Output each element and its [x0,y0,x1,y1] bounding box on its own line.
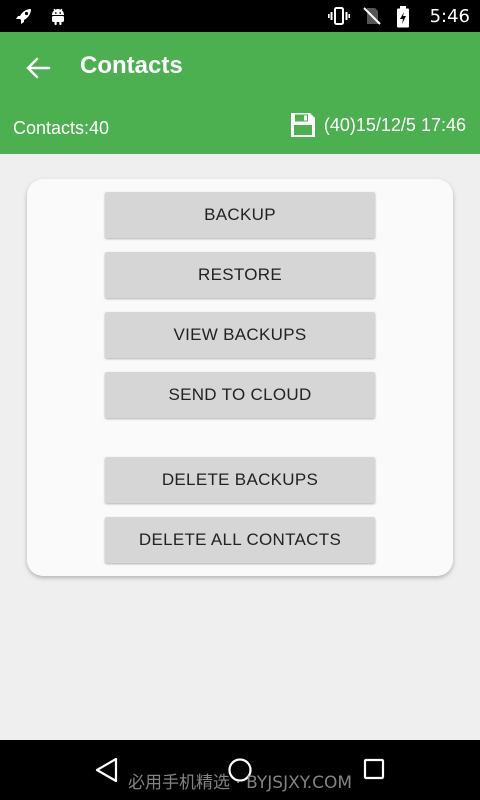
back-button[interactable] [18,50,58,86]
send-to-cloud-button[interactable]: SEND TO CLOUD [105,372,375,418]
no-sim-icon [362,6,382,26]
page-title: Contacts [80,52,183,79]
view-backups-button[interactable]: VIEW BACKUPS [105,312,375,358]
delete-all-contacts-button[interactable]: DELETE ALL CONTACTS [105,517,375,563]
last-backup-text: (40)15/12/5 17:46 [323,114,466,135]
actions-card: BACKUP RESTORE VIEW BACKUPS SEND TO CLOU… [27,179,453,576]
status-left [14,6,68,26]
contacts-count: Contacts:40 [13,118,110,138]
rocket-icon [14,6,34,26]
vibrate-icon [327,6,350,26]
status-bar: 5:46 [0,0,480,32]
status-time: 5:46 [429,5,470,27]
save-floppy-icon [290,113,315,137]
backup-button[interactable]: BACKUP [105,192,375,238]
battery-charging-icon [396,6,416,28]
arrow-back-icon [26,57,51,79]
watermark-text: 必用手机精选 · BYJSJXY.COM [127,773,353,793]
app-bar: Contacts Contacts:40 (40)15/12/5 17:46 [0,32,480,154]
android-icon [48,6,68,26]
status-right: 5:46 [327,5,470,28]
restore-button[interactable]: RESTORE [105,252,375,298]
last-backup-info: (40)15/12/5 17:46 [290,112,466,138]
delete-backups-button[interactable]: DELETE BACKUPS [105,457,375,503]
